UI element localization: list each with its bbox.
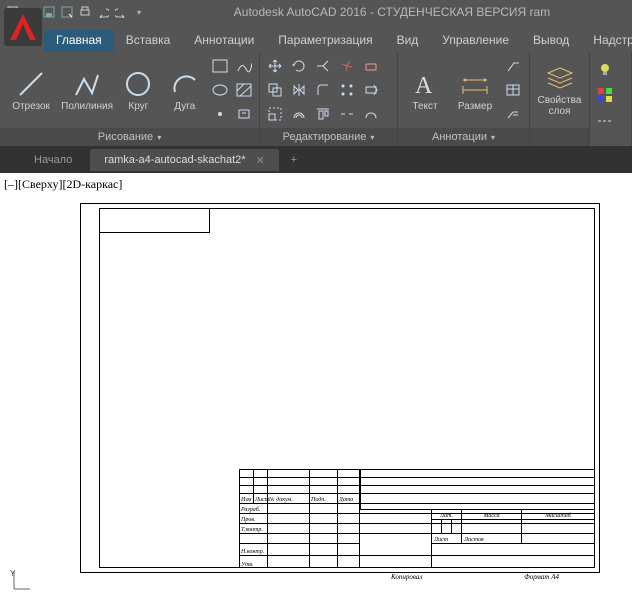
mleader-icon[interactable] [502,103,524,125]
join-icon[interactable] [360,103,382,125]
ribbon-tab-manage[interactable]: Управление [430,30,521,52]
ellipse-icon[interactable] [209,79,231,101]
panel-layers: Свойства слоя [530,52,590,146]
document-tabs: Начало ramka-a4-autocad-skachat2* ✕ + [0,147,632,173]
explode-icon[interactable] [336,55,358,77]
leader-icon[interactable] [502,55,524,77]
save-icon[interactable] [42,5,56,19]
doc-tab-start[interactable]: Начало [20,149,86,171]
doc-tab-active[interactable]: ramka-a4-autocad-skachat2* ✕ [90,149,278,171]
point-icon[interactable] [209,103,231,125]
redo-icon[interactable] [114,5,128,19]
rectangle-icon[interactable] [209,55,231,77]
arc-button[interactable]: Дуга [163,55,207,125]
move-icon[interactable] [264,55,286,77]
ribbon-tab-annotate[interactable]: Аннотации [182,30,266,52]
copy-icon[interactable] [264,79,286,101]
drawing-viewport[interactable]: [–][Сверху][2D-каркас] [0,173,632,595]
color-swatch-icon[interactable] [594,84,616,106]
layers-icon [545,63,575,93]
text-icon: A [410,69,440,99]
chevron-down-icon[interactable]: ▾ [370,133,374,142]
chevron-down-icon[interactable]: ▾ [157,133,161,142]
break-icon[interactable] [336,103,358,125]
app-title: Autodesk AutoCAD 2016 - СТУДЕНЧЕСКАЯ ВЕР… [152,5,632,19]
table-icon[interactable] [502,79,524,101]
hatch-icon[interactable] [233,79,255,101]
footer-format: Формат A4 [524,573,559,581]
panel-draw: Отрезок Полилиния Круг Дуга [0,52,260,146]
viewport-controls[interactable]: [–][Сверху][2D-каркас] [4,177,122,192]
region-icon[interactable] [233,103,255,125]
panel-annotation: A Текст Размер Аннотации ▾ [398,52,530,146]
titlebar: ▾ Autodesk AutoCAD 2016 - СТУДЕНЧЕСКАЯ В… [0,0,632,24]
svg-text:A: A [415,73,433,97]
text-button[interactable]: A Текст [402,55,448,125]
sheet-outline: Изм Лист № докум. Подп. Дата Разраб. Про… [80,203,600,573]
frame-border: Изм Лист № докум. Подп. Дата Разраб. Про… [99,208,595,568]
polyline-icon [72,69,102,99]
scale-icon[interactable] [264,103,286,125]
offset-icon[interactable] [288,103,310,125]
line-button[interactable]: Отрезок [4,55,58,125]
lightbulb-icon[interactable] [594,58,616,80]
panel-title-annotation[interactable]: Аннотации [432,131,487,143]
circle-icon [123,69,153,99]
print-icon[interactable] [78,5,92,19]
ribbon-tab-addins[interactable]: Надстройки [581,30,632,52]
arc-icon [170,69,200,99]
rotate-icon[interactable] [288,55,310,77]
ribbon-tab-insert[interactable]: Вставка [114,30,183,52]
top-corner-box [100,209,210,233]
ribbon-tab-output[interactable]: Вывод [521,30,581,52]
line-icon [16,69,46,99]
circle-button[interactable]: Круг [116,55,160,125]
ribbon-tab-home[interactable]: Главная [44,30,114,52]
doc-tab-add[interactable]: + [283,149,305,171]
dimension-icon [460,69,490,99]
fillet-icon[interactable] [312,79,334,101]
ucs-icon[interactable]: Y [10,569,32,593]
saveas-icon[interactable] [60,5,74,19]
close-icon[interactable]: ✕ [256,154,265,167]
qat-dropdown-icon[interactable]: ▾ [132,5,146,19]
array-icon[interactable] [336,79,358,101]
undo-icon[interactable] [96,5,110,19]
title-block: Изм Лист № докум. Подп. Дата Разраб. Про… [239,469,594,567]
layer-properties-button[interactable]: Свойства слоя [534,55,585,125]
ribbon-tab-view[interactable]: Вид [385,30,431,52]
linetype-icon[interactable] [594,110,616,132]
panel-title-draw[interactable]: Рисование [98,131,153,143]
svg-text:Y: Y [10,569,16,578]
panel-modify: Редактирование▾ [260,52,398,146]
app-logo[interactable] [4,8,42,46]
dimension-button[interactable]: Размер [450,55,500,125]
align-icon[interactable] [312,103,334,125]
footer-copied: Копировал [391,573,422,581]
erase-icon[interactable] [360,55,382,77]
plus-icon: + [291,154,297,166]
chevron-down-icon[interactable]: ▾ [491,133,495,142]
ribbon-tab-parametric[interactable]: Параметризация [266,30,384,52]
mirror-icon[interactable] [288,79,310,101]
ribbon-tab-row: Главная Вставка Аннотации Параметризация… [0,24,632,52]
ribbon: Отрезок Полилиния Круг Дуга [0,52,632,147]
panel-properties [590,52,632,146]
stretch-icon[interactable] [360,79,382,101]
panel-title-modify[interactable]: Редактирование [283,131,367,143]
polyline-button[interactable]: Полилиния [60,55,114,125]
spline-icon[interactable] [233,55,255,77]
trim-icon[interactable] [312,55,334,77]
